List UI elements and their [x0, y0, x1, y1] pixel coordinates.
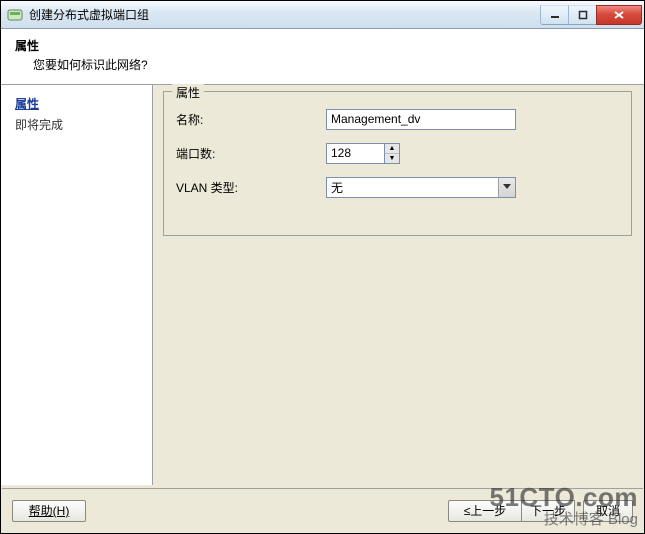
- titlebar: 创建分布式虚拟端口组: [1, 1, 644, 29]
- app-icon: [7, 7, 23, 23]
- spinner-down-icon[interactable]: ▼: [385, 154, 399, 163]
- back-button[interactable]: ≤上一步: [448, 500, 522, 522]
- wizard-body: 属性 即将完成 属性 名称: 端口数: ▲ ▼: [1, 85, 644, 485]
- ports-input[interactable]: [326, 143, 384, 164]
- header-subtitle: 您要如何标识此网络?: [15, 56, 630, 73]
- header-title: 属性: [15, 37, 630, 54]
- window-frame: 创建分布式虚拟端口组 属性 您要如何标识此网络? 属性 即将完成: [0, 0, 645, 534]
- ports-spinner[interactable]: ▲ ▼: [326, 143, 400, 164]
- name-input[interactable]: [326, 109, 516, 130]
- vlan-label: VLAN 类型:: [176, 179, 326, 196]
- dropdown-button[interactable]: [498, 178, 515, 197]
- field-row-name: 名称:: [176, 108, 619, 130]
- step-ready-to-complete[interactable]: 即将完成: [15, 116, 144, 133]
- minimize-button[interactable]: [540, 5, 568, 25]
- content-pane: 属性 名称: 端口数: ▲ ▼: [153, 85, 644, 485]
- spinner-buttons[interactable]: ▲ ▼: [384, 143, 400, 164]
- vlan-type-select[interactable]: 无: [326, 177, 516, 198]
- field-row-vlan: VLAN 类型: 无: [176, 176, 619, 198]
- steps-pane: 属性 即将完成: [1, 85, 153, 485]
- window-buttons: [540, 5, 642, 25]
- window-title: 创建分布式虚拟端口组: [29, 6, 540, 23]
- ports-label: 端口数:: [176, 145, 326, 162]
- wizard-header: 属性 您要如何标识此网络?: [1, 29, 644, 85]
- field-row-ports: 端口数: ▲ ▼: [176, 142, 619, 164]
- close-button[interactable]: [596, 5, 642, 25]
- properties-groupbox: 属性 名称: 端口数: ▲ ▼: [163, 91, 632, 236]
- cancel-button[interactable]: 取消: [583, 500, 633, 522]
- step-properties[interactable]: 属性: [15, 95, 144, 112]
- help-button[interactable]: 帮助(H): [12, 500, 86, 522]
- wizard-footer: 帮助(H) ≤上一步 下一步 取消: [2, 488, 643, 532]
- next-button[interactable]: 下一步: [522, 500, 575, 522]
- maximize-button[interactable]: [568, 5, 596, 25]
- groupbox-legend: 属性: [172, 84, 204, 101]
- name-label: 名称:: [176, 111, 326, 128]
- spinner-up-icon[interactable]: ▲: [385, 144, 399, 154]
- vlan-type-value: 无: [331, 179, 343, 196]
